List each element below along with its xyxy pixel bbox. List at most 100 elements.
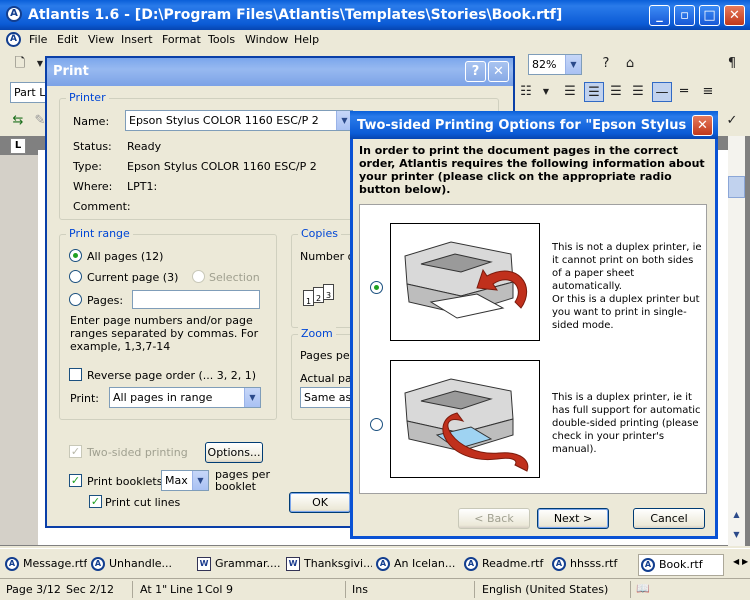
ok-button[interactable]: OK [289,492,351,513]
two-sided-label: Two-sided printing [87,446,188,459]
close-print-button[interactable]: ✕ [488,61,509,82]
print-cut-lines-checkbox[interactable]: ✓ [89,495,102,508]
align-right-icon[interactable]: ☰ [606,82,626,102]
print-dialog-title-bar: Print ? ✕ [47,58,513,86]
home-icon[interactable]: ⌂ [620,54,640,74]
word-document-icon: W [197,557,211,571]
comment-label: Comment: [73,200,131,213]
menu-view[interactable]: View [88,33,114,46]
tab-marker[interactable]: L [10,138,26,154]
rtf-document-icon: A [91,557,105,571]
print-booklets-checkbox[interactable]: ✓ [69,474,82,487]
scroll-down-arrow-icon[interactable]: ▼ [728,526,745,543]
menu-help[interactable]: Help [294,33,319,46]
selection-radio[interactable] [192,270,205,283]
task-book-active[interactable]: A Book.rtf [638,554,724,576]
paper-size-select[interactable]: Same as d [300,387,352,408]
current-page-radio[interactable] [69,270,82,283]
reverse-order-checkbox[interactable] [69,368,82,381]
next-button[interactable]: Next > [537,508,609,529]
menu-format[interactable]: Format [162,33,201,46]
all-pages-radio[interactable] [69,249,82,262]
scroll-thumb[interactable] [728,176,745,198]
new-document-icon[interactable]: 🗋 [10,54,30,74]
back-button[interactable]: < Back [458,508,530,529]
list-icon[interactable]: ☷ [516,82,536,102]
vertical-scrollbar[interactable]: ▲ ▼ [728,136,745,546]
help-button[interactable]: ? [465,61,486,82]
maximize-button[interactable]: □ [699,5,720,26]
pages-radio[interactable] [69,293,82,306]
task-grammar[interactable]: W Grammar.... [195,554,281,576]
task-readme[interactable]: A Readme.rtf [462,554,548,576]
task-thanksgiving[interactable]: W Thanksgivi... [284,554,372,576]
pages-input[interactable] [132,290,260,309]
single-spacing-icon[interactable]: — [652,82,672,102]
print-cut-lines-label: Print cut lines [105,496,181,509]
pilcrow-icon[interactable]: ¶ [722,54,742,74]
status-label: Status: [73,140,112,153]
duplex-printer-image [390,360,540,478]
list-dropdown-icon[interactable]: ▼ [536,82,556,102]
rtf-document-icon: A [376,557,390,571]
not-duplex-radio[interactable] [370,281,383,294]
task-label: Grammar.... [215,557,281,570]
pages-per-sheet-label: Pages per [300,349,355,362]
spell-check-icon[interactable]: ✓ [722,111,742,131]
align-center-icon[interactable]: ☰ [584,82,604,102]
duplex-text: This is a duplex printer, ie it has full… [552,392,701,455]
task-unhandled[interactable]: A Unhandle... [89,554,193,576]
line-spacing-icon[interactable]: ═ [674,82,694,102]
close-app-button[interactable]: ✕ [724,5,745,26]
close-two-sided-button[interactable]: ✕ [692,115,713,136]
rtf-document-icon: A [5,557,19,571]
help-icon[interactable]: ? [596,54,616,74]
task-label: Readme.rtf [482,557,544,570]
pages-per-booklet-label: pages per booklet [215,468,270,493]
duplex-radio[interactable] [370,418,383,431]
task-message[interactable]: A Message.rtf [3,554,87,576]
minimize-button[interactable]: _ [649,5,670,26]
reverse-order-label: Reverse page order (... 3, 2, 1) [87,369,257,382]
task-label: Message.rtf [23,557,87,570]
print-which-select[interactable]: All pages in range ▼ [109,387,261,408]
atlantis-app-icon[interactable]: A [6,6,22,22]
scroll-left-arrow-icon[interactable]: ◀ [733,557,739,566]
printer-name-select[interactable]: Epson Stylus COLOR 1160 ESC/P 2 ▼ [125,110,353,131]
menu-window[interactable]: Window [245,33,288,46]
chevron-down-icon: ▼ [244,388,260,407]
align-left-icon[interactable]: ☰ [560,82,580,102]
cancel-button[interactable]: Cancel [633,508,705,529]
chevron-down-icon: ▼ [565,55,581,74]
printer-icon [404,241,527,319]
scroll-up-arrow-icon[interactable]: ▲ [728,506,745,523]
status-col: Col 9 [205,583,233,596]
document-icon[interactable]: A [6,32,21,47]
style-value: Part La [14,86,46,99]
menu-bar: A File Edit View Insert Format Tools Win… [0,30,750,50]
restore-button[interactable]: ▫ [674,5,695,26]
menu-file[interactable]: File [29,33,47,46]
double-spacing-icon[interactable]: ≡ [698,82,718,102]
scroll-right-arrow-icon[interactable]: ▶ [742,557,748,566]
status-section: Sec 2/12 [66,583,114,596]
collate-pages-icon: 1 2 3 [303,284,343,312]
copies-label: Copies [298,227,341,240]
zoom-select[interactable]: 82% ▼ [528,54,582,75]
vertical-ruler [0,155,38,545]
menu-tools[interactable]: Tools [208,33,235,46]
selection-label: Selection [209,271,260,284]
menu-insert[interactable]: Insert [121,33,153,46]
chevron-down-icon: ▼ [192,471,208,490]
booklet-size-select[interactable]: Max ▼ [161,470,209,491]
task-hhsss[interactable]: A hhsss.rtf [550,554,630,576]
justify-icon[interactable]: ☰ [628,82,648,102]
find-replace-icon[interactable]: ⇆ [8,111,28,131]
rtf-document-icon: A [641,558,655,572]
style-select[interactable]: Part La [10,82,46,103]
menu-edit[interactable]: Edit [57,33,78,46]
task-label: Unhandle... [109,557,173,570]
options-button[interactable]: Options... [205,442,263,463]
two-sided-checkbox[interactable]: ✓ [69,445,82,458]
task-icelandic[interactable]: A An Icelan... [374,554,460,576]
